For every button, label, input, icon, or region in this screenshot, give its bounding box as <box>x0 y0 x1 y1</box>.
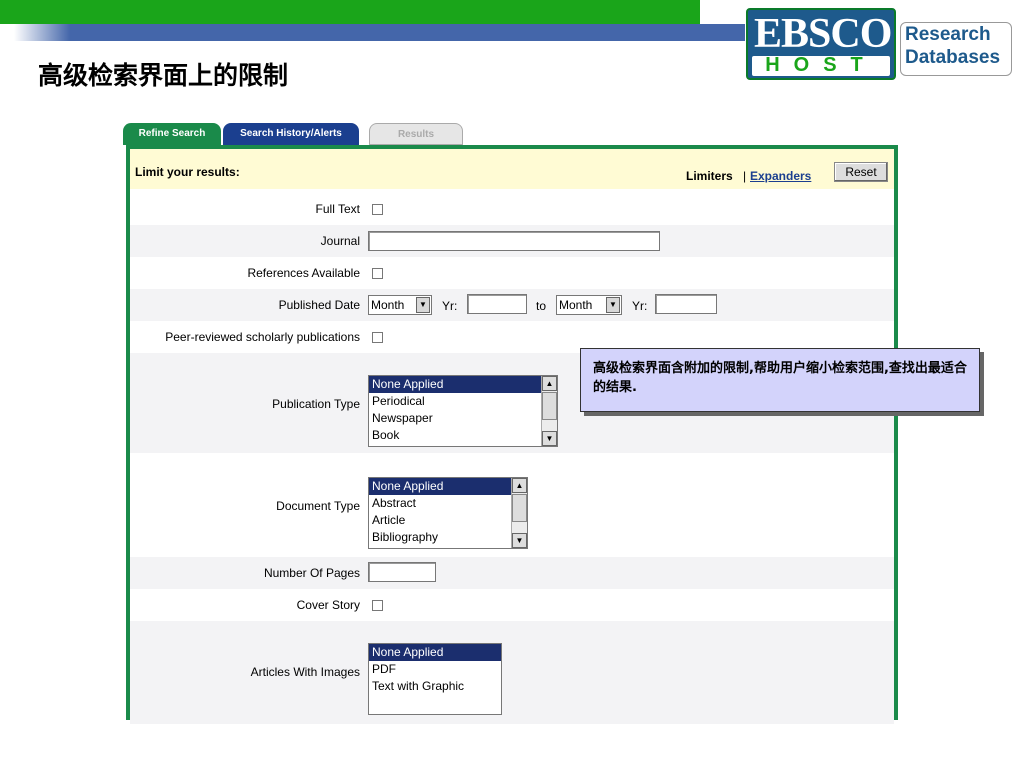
peer-reviewed-checkbox[interactable] <box>372 332 383 343</box>
chevron-down-icon: ▼ <box>416 297 430 313</box>
articles-with-images-label: Articles With Images <box>250 665 360 679</box>
ebsco-logo-text: EBSCO <box>754 11 892 57</box>
end-yr-label: Yr: <box>632 299 648 313</box>
publication-type-option[interactable]: None Applied <box>369 376 557 393</box>
expanders-link[interactable]: Expanders <box>750 169 811 183</box>
published-date-row: Published Date Month ▼ Yr: to Month ▼ Yr… <box>130 289 894 321</box>
publication-type-option[interactable]: Periodical <box>369 393 557 410</box>
cover-story-label: Cover Story <box>296 598 360 612</box>
references-row: References Available <box>130 257 894 289</box>
full-text-checkbox[interactable] <box>372 204 383 215</box>
slide-title: 高级检索界面上的限制 <box>38 61 289 90</box>
published-date-label: Published Date <box>278 298 360 312</box>
journal-label: Journal <box>320 234 360 248</box>
document-type-option[interactable]: None Applied <box>369 478 527 495</box>
articles-with-images-listbox[interactable]: None Applied PDF Text with Graphic <box>368 643 502 715</box>
chevron-down-icon: ▼ <box>606 297 620 313</box>
reset-button[interactable]: Reset <box>834 162 888 182</box>
journal-input[interactable] <box>368 231 660 251</box>
header-separator: | <box>743 169 747 183</box>
document-type-option[interactable]: Bibliography <box>369 529 527 546</box>
tab-search-history-alerts[interactable]: Search History/Alerts <box>223 123 359 145</box>
document-type-option[interactable]: Article <box>369 512 527 529</box>
published-start-month-select[interactable]: Month ▼ <box>368 295 432 315</box>
ebsco-logo-box: EBSCO HOST <box>746 8 896 80</box>
top-green-bar <box>0 0 700 24</box>
scroll-thumb[interactable] <box>542 392 557 420</box>
callout-note: 高级检索界面含附加的限制,帮助用户缩小检索范围,查找出最适合的结果. <box>580 348 980 412</box>
databases-logo-text: Databases <box>905 47 1001 68</box>
limit-results-panel: Limit your results: Limiters | Expanders… <box>126 145 898 724</box>
limit-results-title: Limit your results: <box>135 165 240 179</box>
scroll-up-icon[interactable]: ▲ <box>512 478 527 493</box>
publication-type-listbox[interactable]: None Applied Periodical Newspaper Book ▲… <box>368 375 558 447</box>
articles-with-images-row: Articles With Images None Applied PDF Te… <box>130 621 894 724</box>
document-type-option[interactable]: Abstract <box>369 495 527 512</box>
top-blue-bar <box>0 24 745 41</box>
publication-type-label: Publication Type <box>272 397 360 411</box>
number-of-pages-label: Number Of Pages <box>263 566 360 580</box>
published-start-year-input[interactable] <box>467 294 527 314</box>
number-of-pages-row: Number Of Pages <box>130 557 894 589</box>
full-text-row: Full Text <box>130 193 894 225</box>
image-option[interactable]: None Applied <box>369 644 501 661</box>
ebsco-host-logo: EBSCO HOST <box>746 8 896 82</box>
peer-reviewed-label: Peer-reviewed scholarly publications <box>165 330 360 344</box>
document-type-scrollbar[interactable]: ▲ ▼ <box>511 478 527 548</box>
published-end-month-select[interactable]: Month ▼ <box>556 295 622 315</box>
publication-type-option[interactable]: Book <box>369 427 557 444</box>
references-checkbox[interactable] <box>372 268 383 279</box>
publication-type-option[interactable]: Newspaper <box>369 410 557 427</box>
limiters-label: Limiters <box>686 169 733 183</box>
image-option[interactable]: Text with Graphic <box>369 678 501 695</box>
cover-story-row: Cover Story <box>130 589 894 621</box>
research-logo-text: Research <box>905 24 991 45</box>
host-band: HOST <box>752 54 890 76</box>
published-end-year-input[interactable] <box>655 294 717 314</box>
start-yr-label: Yr: <box>442 299 458 313</box>
document-type-row: Document Type None Applied Abstract Arti… <box>130 453 894 557</box>
number-of-pages-input[interactable] <box>368 562 436 582</box>
image-option[interactable]: PDF <box>369 661 501 678</box>
scroll-up-icon[interactable]: ▲ <box>542 376 557 391</box>
journal-row: Journal <box>130 225 894 257</box>
document-type-label: Document Type <box>276 499 360 513</box>
full-text-label: Full Text <box>315 202 360 216</box>
references-label: References Available <box>247 266 360 280</box>
scroll-down-icon[interactable]: ▼ <box>512 533 527 548</box>
research-databases-logo: Research Databases <box>900 22 1012 76</box>
cover-story-checkbox[interactable] <box>372 600 383 611</box>
start-month-value: Month <box>371 298 405 312</box>
document-type-listbox[interactable]: None Applied Abstract Article Bibliograp… <box>368 477 528 549</box>
host-logo-text: HOST <box>765 54 877 76</box>
scroll-down-icon[interactable]: ▼ <box>542 431 557 446</box>
publication-type-scrollbar[interactable]: ▲ ▼ <box>541 376 557 446</box>
end-month-value: Month <box>559 298 593 312</box>
tab-results[interactable]: Results <box>369 123 463 145</box>
callout-text: 高级检索界面含附加的限制,帮助用户缩小检索范围,查找出最适合的结果. <box>593 361 967 395</box>
to-label: to <box>536 299 547 313</box>
scroll-thumb[interactable] <box>512 494 527 522</box>
panel-header: Limit your results: Limiters | Expanders… <box>130 149 894 189</box>
tab-refine-search[interactable]: Refine Search <box>123 123 221 145</box>
